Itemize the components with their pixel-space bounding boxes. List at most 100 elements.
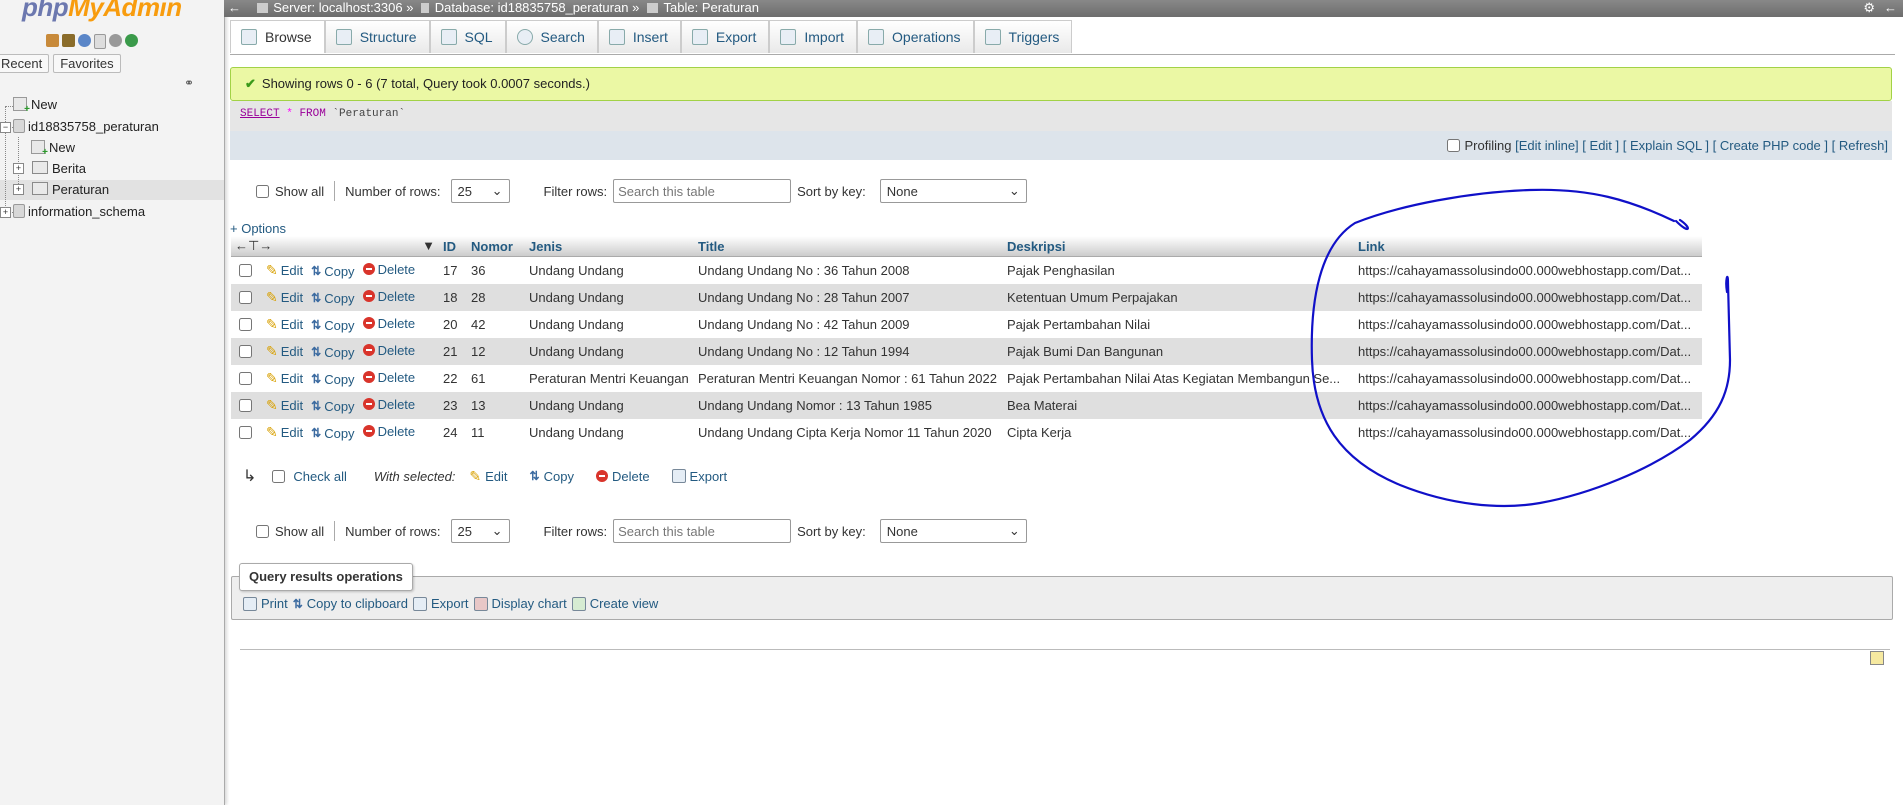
cell-jenis[interactable]: Undang Undang — [525, 284, 694, 311]
breadcrumb-server[interactable]: Server: localhost:3306 — [273, 0, 402, 15]
show-all-checkbox[interactable] — [256, 184, 269, 198]
row-copy-button[interactable]: ⇅ Copy — [311, 264, 354, 279]
explain-sql-link[interactable]: [ Explain SQL ] — [1623, 138, 1709, 153]
edit-inline-link[interactable]: [Edit inline] — [1515, 138, 1579, 153]
tab-import[interactable]: Import — [769, 20, 858, 53]
row-edit-button[interactable]: ✎ Edit — [266, 289, 303, 306]
row-checkbox[interactable] — [239, 291, 252, 305]
cell-jenis[interactable]: Undang Undang — [525, 311, 694, 338]
number-of-rows-select[interactable]: 25 ⌄ — [450, 179, 510, 203]
cell-jenis[interactable]: Undang Undang — [525, 392, 694, 419]
tree-item-table-berita[interactable]: Berita — [32, 161, 86, 176]
cell-deskripsi[interactable]: Pajak Pertambahan Nilai — [1003, 311, 1354, 338]
cell-title[interactable]: Undang Undang No : 42 Tahun 2009 — [694, 311, 1003, 338]
favorites-tab[interactable]: Favorites — [53, 54, 121, 73]
cell-deskripsi[interactable]: Ketentuan Umum Perpajakan — [1003, 284, 1354, 311]
cell-title[interactable]: Undang Undang Cipta Kerja Nomor 11 Tahun… — [694, 419, 1003, 446]
cell-id[interactable]: 18 — [439, 284, 467, 311]
row-delete-button[interactable]: Delete — [362, 262, 415, 277]
column-arrows-header[interactable]: ←⊤→ ▼ — [231, 236, 439, 257]
sql-keyword-from[interactable]: FROM — [299, 108, 325, 120]
cell-deskripsi[interactable]: Pajak Penghasilan — [1003, 256, 1354, 284]
cell-jenis[interactable]: Undang Undang — [525, 338, 694, 365]
cell-link[interactable]: https://cahayamassolusindo00.000webhosta… — [1354, 311, 1702, 338]
collapse-arrow-icon[interactable]: ← — [228, 0, 241, 15]
sort-by-key-select[interactable]: None ⌄ — [879, 179, 1027, 203]
row-edit-button[interactable]: ✎ Edit — [266, 424, 303, 441]
collapse-all-icon[interactable]: ← — [1884, 0, 1897, 15]
cell-title[interactable]: Undang Undang Nomor : 13 Tahun 1985 — [694, 392, 1003, 419]
tab-operations[interactable]: Operations — [857, 20, 974, 53]
collapse-icon[interactable]: − — [0, 122, 11, 133]
gear-icon[interactable]: ⚙ — [1863, 0, 1875, 16]
tab-browse[interactable]: Browse — [230, 20, 325, 53]
export-link[interactable]: Export — [412, 596, 469, 611]
tab-export[interactable]: Export — [680, 20, 770, 53]
column-header-title[interactable]: Title — [694, 236, 1003, 257]
options-link[interactable]: + Options — [230, 221, 286, 236]
row-edit-button[interactable]: ✎ Edit — [266, 397, 303, 414]
cell-jenis[interactable]: Undang Undang — [525, 256, 694, 284]
tree-item-db-information-schema[interactable]: information_schema — [13, 204, 145, 219]
tree-item-table-peraturan[interactable]: Peraturan — [32, 182, 109, 197]
cell-id[interactable]: 17 — [439, 256, 467, 284]
cell-nomor[interactable]: 11 — [467, 419, 525, 446]
cell-id[interactable]: 22 — [439, 365, 467, 392]
with-selected-copy-button[interactable]: ⇅ Copy — [530, 469, 574, 484]
tree-item-db-peraturan[interactable]: id18835758_peraturan — [13, 119, 159, 134]
row-checkbox[interactable] — [239, 345, 252, 359]
breadcrumb-database[interactable]: Database: id18835758_peraturan — [435, 0, 629, 15]
column-header-deskripsi[interactable]: Deskripsi — [1003, 236, 1354, 257]
filter-rows-input[interactable] — [613, 179, 792, 203]
cell-link[interactable]: https://cahayamassolusindo00.000webhosta… — [1354, 338, 1702, 365]
cell-title[interactable]: Undang Undang No : 36 Tahun 2008 — [694, 256, 1003, 284]
row-edit-button[interactable]: ✎ Edit — [266, 262, 303, 279]
row-checkbox[interactable] — [239, 318, 252, 332]
sql-keyword-select[interactable]: SELECT — [240, 108, 280, 120]
tab-search[interactable]: Search — [505, 20, 598, 53]
tree-item-db-new[interactable]: New — [31, 140, 75, 158]
tab-triggers[interactable]: Triggers — [973, 20, 1073, 53]
row-delete-button[interactable]: Delete — [362, 424, 415, 439]
cell-deskripsi[interactable]: Cipta Kerja — [1003, 419, 1354, 446]
create-php-code-link[interactable]: [ Create PHP code ] — [1713, 138, 1828, 153]
cell-title[interactable]: Peraturan Mentri Keuangan Nomor : 61 Tah… — [694, 365, 1003, 392]
row-edit-button[interactable]: ✎ Edit — [266, 343, 303, 360]
cell-nomor[interactable]: 12 — [467, 338, 525, 365]
row-delete-button[interactable]: Delete — [362, 343, 415, 358]
cell-jenis[interactable]: Peraturan Mentri Keuangan — [525, 365, 694, 392]
row-checkbox[interactable] — [239, 426, 252, 440]
cell-deskripsi[interactable]: Pajak Pertambahan Nilai Atas Kegiatan Me… — [1003, 365, 1354, 392]
cell-id[interactable]: 24 — [439, 419, 467, 446]
cell-nomor[interactable]: 61 — [467, 365, 525, 392]
cell-nomor[interactable]: 42 — [467, 311, 525, 338]
expand-icon[interactable]: + — [0, 207, 11, 218]
link-with-main-panel-icon[interactable]: ⚭ — [184, 76, 194, 90]
cell-link[interactable]: https://cahayamassolusindo00.000webhosta… — [1354, 256, 1702, 284]
cell-link[interactable]: https://cahayamassolusindo00.000webhosta… — [1354, 365, 1702, 392]
console-icon[interactable] — [1870, 651, 1884, 665]
cell-nomor[interactable]: 13 — [467, 392, 525, 419]
row-copy-button[interactable]: ⇅ Copy — [311, 345, 354, 360]
tree-item-new[interactable]: New — [13, 97, 57, 115]
edit-sql-link[interactable]: [ Edit ] — [1582, 138, 1619, 153]
cell-title[interactable]: Undang Undang No : 28 Tahun 2007 — [694, 284, 1003, 311]
copy-to-clipboard-link[interactable]: ⇅ Copy to clipboard — [293, 596, 408, 611]
cell-link[interactable]: https://cahayamassolusindo00.000webhosta… — [1354, 284, 1702, 311]
row-delete-button[interactable]: Delete — [362, 397, 415, 412]
display-chart-link[interactable]: Display chart — [473, 596, 567, 611]
row-copy-button[interactable]: ⇅ Copy — [311, 291, 354, 306]
breadcrumb-table[interactable]: Table: Peraturan — [664, 0, 759, 15]
with-selected-export-button[interactable]: Export — [671, 469, 727, 484]
sort-triangle-icon[interactable]: ▼ — [422, 238, 435, 253]
with-selected-delete-button[interactable]: Delete — [595, 469, 650, 484]
cell-deskripsi[interactable]: Pajak Bumi Dan Bangunan — [1003, 338, 1354, 365]
reload-icon[interactable] — [125, 34, 138, 47]
cell-id[interactable]: 23 — [439, 392, 467, 419]
cell-link[interactable]: https://cahayamassolusindo00.000webhosta… — [1354, 392, 1702, 419]
number-of-rows-select-bottom[interactable]: 25 ⌄ — [450, 519, 510, 543]
column-resize-arrows-icon[interactable]: ←⊤→ — [235, 238, 272, 253]
cell-nomor[interactable]: 36 — [467, 256, 525, 284]
expand-icon[interactable]: + — [13, 163, 24, 174]
row-copy-button[interactable]: ⇅ Copy — [311, 318, 354, 333]
